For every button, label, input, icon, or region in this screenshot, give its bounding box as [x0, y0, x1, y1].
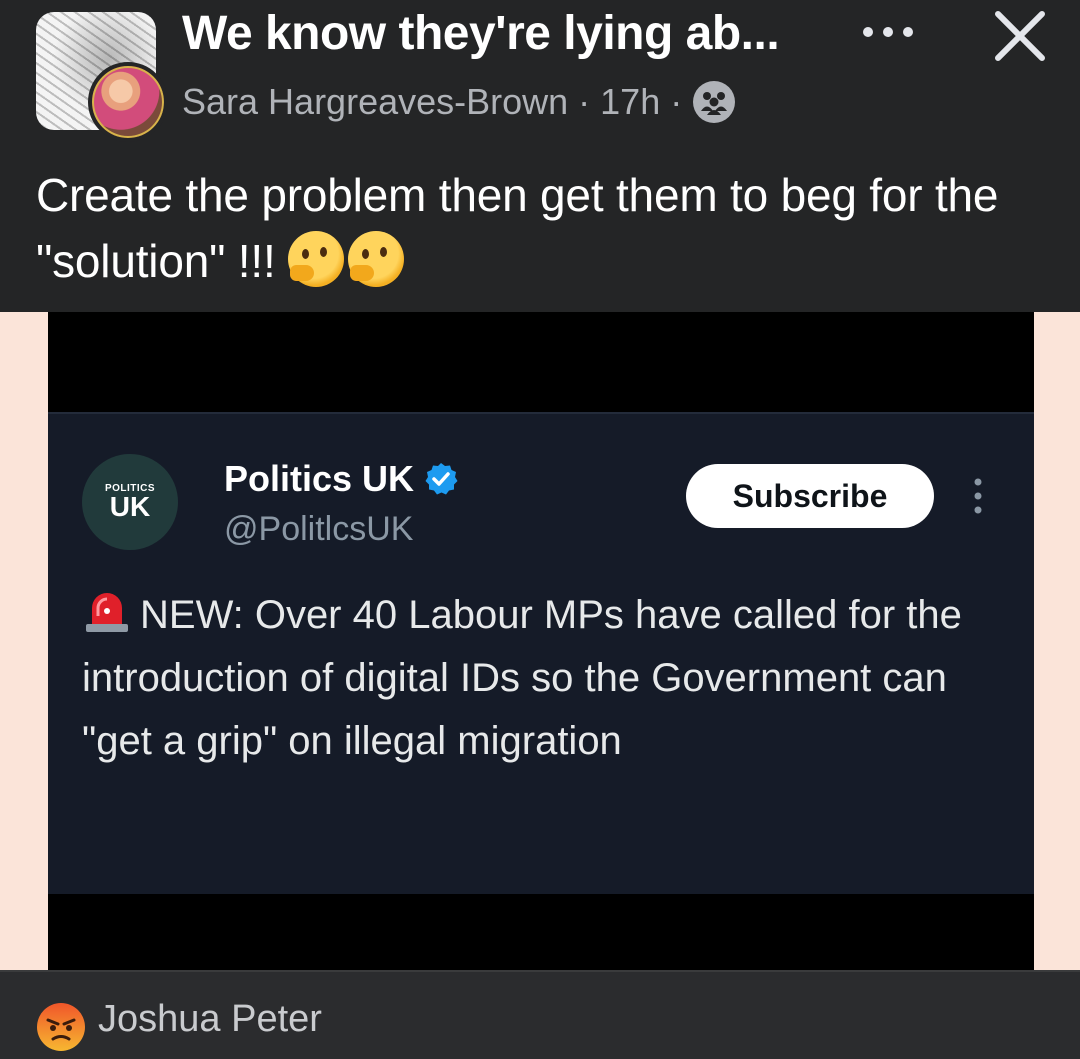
shared-screenshot[interactable]: POLITICS UK Politics UK @PolitlcsUK Subs…: [48, 312, 1034, 970]
thinking-face-emoji-icon: [348, 231, 405, 287]
tweet-account-name-row: Politics UK: [224, 458, 458, 500]
more-vertical-icon: [974, 478, 982, 514]
post-text: Create the problem then get them to beg …: [36, 162, 1046, 294]
author-avatar[interactable]: [88, 62, 168, 142]
tweet-account-avatar: POLITICS UK: [82, 454, 178, 550]
subscribe-button: Subscribe: [686, 464, 934, 528]
more-horizontal-icon: [863, 27, 913, 37]
tweet-account-name: Politics UK: [224, 458, 415, 499]
verified-badge-icon: [425, 463, 458, 495]
group-audience-icon: [693, 81, 736, 123]
tweet-more-button: [964, 474, 992, 518]
siren-icon: [86, 593, 128, 632]
close-icon: [995, 11, 1045, 61]
commenter-name[interactable]: Joshua Peter: [98, 998, 322, 1041]
meta-separator: ·: [670, 81, 683, 122]
avatar-big-text: UK: [109, 491, 151, 522]
post-image-container[interactable]: POLITICS UK Politics UK @PolitlcsUK Subs…: [0, 312, 1080, 970]
post-meta: Sara Hargreaves-Brown · 17h ·: [182, 80, 736, 124]
angry-reaction-icon: [37, 1003, 85, 1051]
tweet-card: POLITICS UK Politics UK @PolitlcsUK Subs…: [48, 412, 1034, 894]
group-title[interactable]: We know they're lying ab...: [182, 6, 780, 61]
author-name[interactable]: Sara Hargreaves-Brown: [182, 81, 568, 123]
comment-preview[interactable]: Joshua Peter: [0, 970, 1080, 1059]
tweet-text: NEW: Over 40 Labour MPs have called for …: [82, 584, 1002, 773]
post-header: We know they're lying ab... Sara Hargrea…: [0, 0, 1080, 312]
post-time[interactable]: 17h: [600, 81, 660, 123]
meta-separator: ·: [578, 81, 591, 122]
tweet-account-handle: @PolitlcsUK: [224, 510, 414, 548]
tweet-text-body: NEW: Over 40 Labour MPs have called for …: [82, 593, 962, 763]
thinking-face-emoji-icon: [288, 231, 345, 287]
close-button[interactable]: [990, 6, 1050, 66]
more-options-button[interactable]: [858, 12, 918, 52]
post-text-body: Create the problem then get them to beg …: [36, 169, 999, 287]
